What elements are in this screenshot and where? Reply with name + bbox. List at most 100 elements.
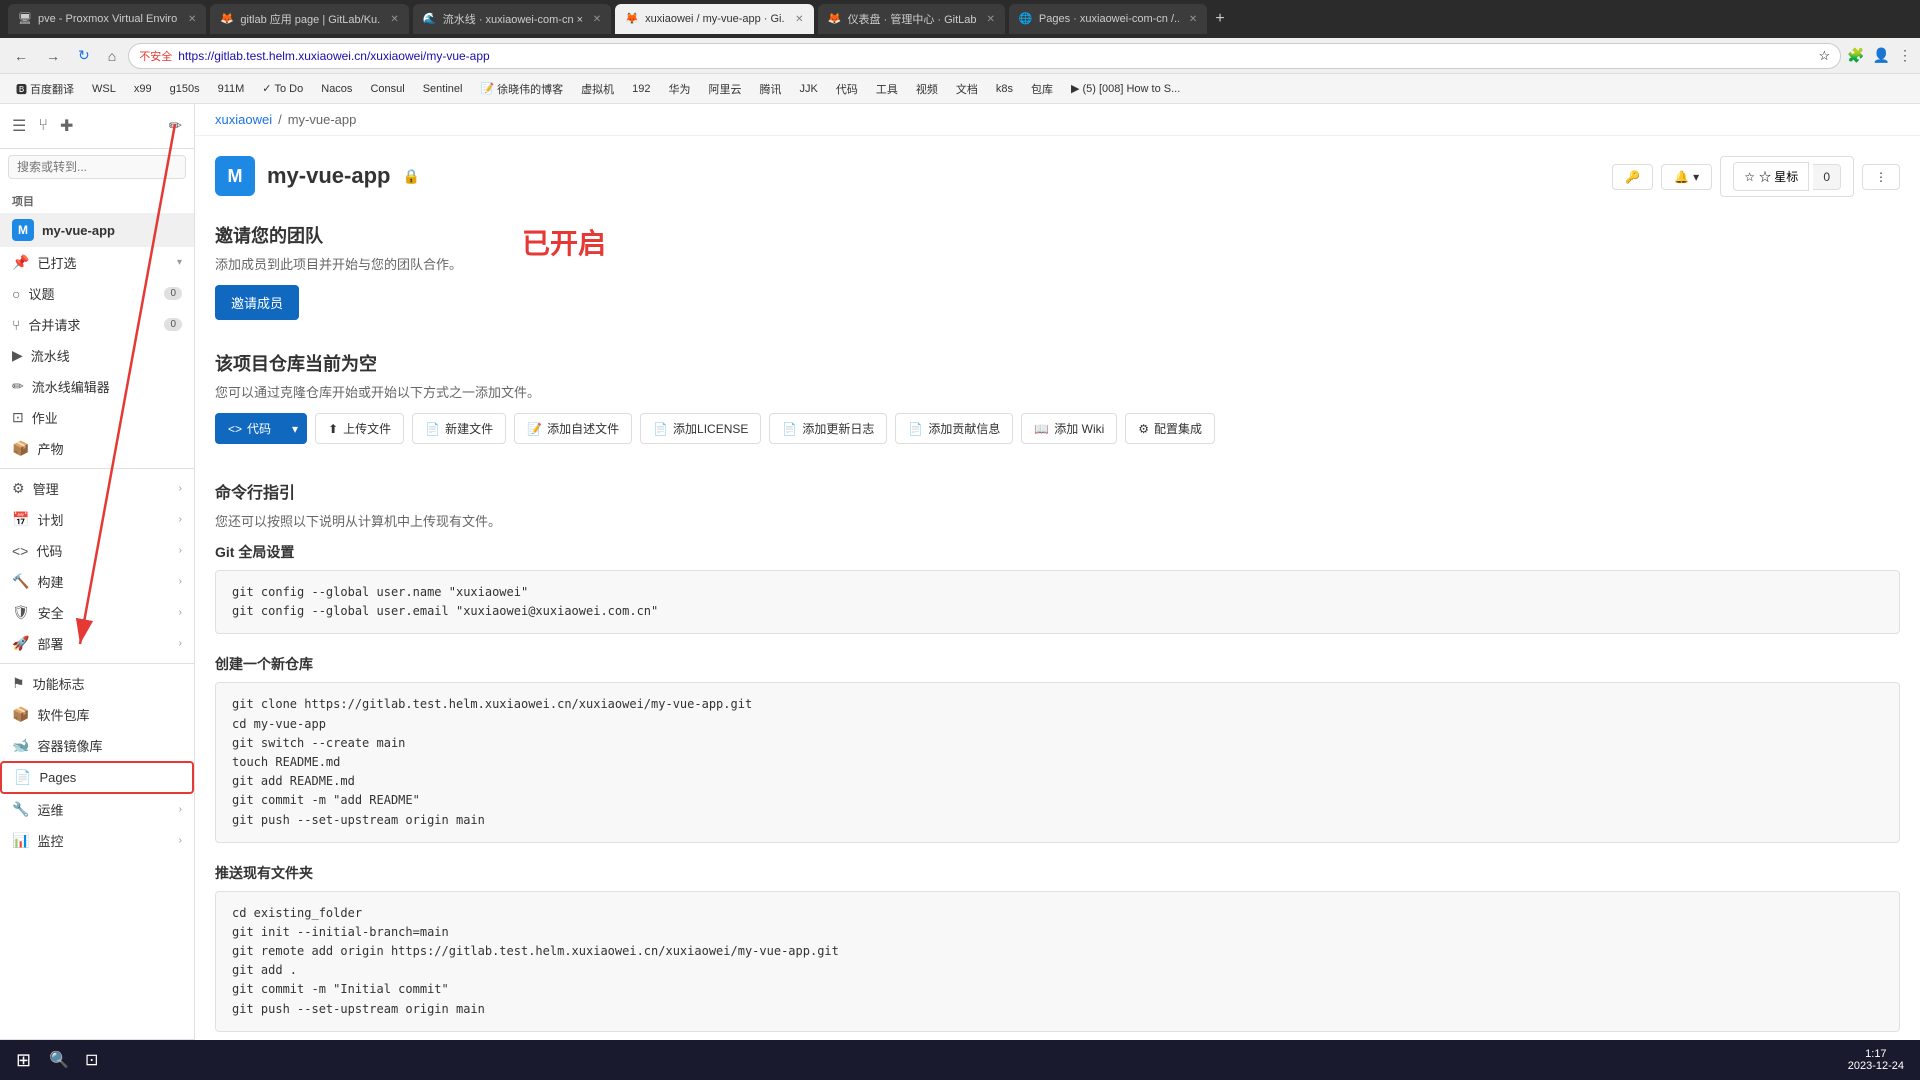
- back-button[interactable]: ←: [8, 46, 34, 66]
- profile-icon[interactable]: 👤: [1873, 47, 1890, 64]
- add-contributing-button[interactable]: 📄 添加贡献信息: [895, 413, 1013, 444]
- bookmark-code[interactable]: 代码: [828, 79, 866, 99]
- add-changelog-button[interactable]: 📄 添加更新日志: [769, 413, 887, 444]
- merge-request-button[interactable]: ⑂: [34, 113, 52, 139]
- tab-close-gitlab-app[interactable]: ✕: [390, 14, 398, 25]
- sidebar-item-plan[interactable]: 📅 计划 ›: [0, 504, 194, 535]
- blog-icon: 📝: [480, 82, 494, 95]
- extensions-icon[interactable]: 🧩: [1847, 47, 1864, 64]
- sidebar-item-container-registry[interactable]: 🐋 容器镜像库: [0, 730, 194, 761]
- bookmark-aliyun[interactable]: 阿里云: [701, 79, 750, 99]
- address-bar[interactable]: 不安全 https://gitlab.test.helm.xuxiaowei.c…: [128, 43, 1841, 69]
- bookmark-vm[interactable]: 虚拟机: [573, 79, 622, 99]
- pinned-arrow-icon: ▾: [177, 257, 182, 268]
- tab-close-pve[interactable]: ✕: [188, 14, 196, 25]
- search-taskbar-button[interactable]: 🔍: [43, 1048, 75, 1072]
- home-button[interactable]: ⌂: [102, 46, 122, 66]
- bookmark-blog[interactable]: 📝 徐晓伟的博客: [472, 79, 571, 99]
- sidebar-item-pipeline[interactable]: ▶ 流水线: [0, 340, 194, 371]
- sidebar-item-feature-flags[interactable]: ⚑ 功能标志: [0, 668, 194, 699]
- upload-file-button[interactable]: ⬆ 上传文件: [315, 413, 404, 444]
- task-view-button[interactable]: ⊡: [79, 1048, 104, 1072]
- bookmark-jjk[interactable]: JJK: [792, 81, 826, 97]
- tab-my-vue-app[interactable]: 🦊 xuxiaowei / my-vue-app · Gi... ✕: [615, 4, 813, 34]
- edit-button[interactable]: ✏: [165, 112, 186, 140]
- sidebar-project-name: my-vue-app: [42, 223, 182, 238]
- sidebar-item-pinned[interactable]: 📌 已打选 ▾: [0, 247, 194, 278]
- add-readme-button[interactable]: 📝 添加自述文件: [514, 413, 632, 444]
- bookmark-wsl[interactable]: WSL: [84, 81, 124, 97]
- sidebar-item-deploy[interactable]: 🚀 部署 ›: [0, 628, 194, 659]
- sidebar-item-manage[interactable]: ⚙ 管理 ›: [0, 473, 194, 504]
- breadcrumb-user-link[interactable]: xuxiaowei: [215, 112, 272, 127]
- configure-integrations-button[interactable]: ⚙ 配置集成: [1125, 413, 1215, 444]
- existing-folder-commands: cd existing_folder git init --initial-br…: [215, 891, 1900, 1032]
- bookmark-911m[interactable]: 911M: [210, 81, 253, 97]
- bookmark-consul[interactable]: Consul: [362, 81, 412, 97]
- sidebar-item-code[interactable]: <> 代码 ›: [0, 535, 194, 566]
- new-file-button[interactable]: 📄 新建文件: [412, 413, 506, 444]
- new-item-button[interactable]: ✚: [56, 112, 77, 140]
- bookmark-huawei[interactable]: 华为: [661, 79, 699, 99]
- tab-dashboard[interactable]: 🦊 仪表盘 · 管理中心 · GitLab ✕: [818, 4, 1005, 34]
- sidebar-item-monitoring[interactable]: 📊 监控 ›: [0, 825, 194, 856]
- invite-members-button[interactable]: 邀请成员: [215, 285, 299, 320]
- bookmark-g150s[interactable]: g150s: [162, 81, 208, 97]
- bookmark-tools[interactable]: 工具: [868, 79, 906, 99]
- menu-icon[interactable]: ⋮: [1898, 47, 1912, 64]
- bookmark-todo[interactable]: ✓ To Do: [254, 80, 311, 97]
- bookmark-youtube[interactable]: ▶ (5) [008] How to S...: [1063, 80, 1188, 97]
- sidebar-item-operations[interactable]: 🔧 运维 ›: [0, 794, 194, 825]
- tab-pve[interactable]: 🖥 pve - Proxmox Virtual Enviro... ✕: [8, 4, 206, 34]
- tab-close-pages[interactable]: ✕: [1189, 14, 1197, 25]
- jobs-label: 作业: [32, 408, 182, 427]
- sidebar-item-pipeline-editor[interactable]: ✏ 流水线编辑器: [0, 371, 194, 402]
- bookmark-nacos[interactable]: Nacos: [313, 81, 360, 97]
- breadcrumb-separator: /: [278, 112, 282, 127]
- bookmark-192[interactable]: 192: [624, 81, 658, 97]
- new-tab-button[interactable]: +: [1215, 10, 1224, 28]
- security-label: 安全: [38, 603, 171, 622]
- reload-button[interactable]: ↻: [72, 45, 96, 66]
- packages-label: 软件包库: [37, 705, 182, 724]
- container-registry-icon: 🐋: [12, 737, 29, 754]
- bookmark-tencent[interactable]: 腾讯: [752, 79, 790, 99]
- bookmark-sentinel[interactable]: Sentinel: [415, 81, 471, 97]
- sidebar-item-merge-requests[interactable]: ⑂ 合并请求 0: [0, 309, 194, 340]
- sidebar-item-build[interactable]: 🔨 构建 ›: [0, 566, 194, 597]
- sidebar-item-issues[interactable]: ○ 议题 0: [0, 278, 194, 309]
- start-button[interactable]: ⊞: [8, 1048, 39, 1073]
- bookmark-x99[interactable]: x99: [126, 81, 160, 97]
- toggle-sidebar-button[interactable]: ☰: [8, 112, 30, 140]
- notifications-button[interactable]: 🔔 ▾: [1661, 164, 1712, 190]
- sidebar-item-artifacts[interactable]: 📦 产物: [0, 433, 194, 464]
- tab-pages[interactable]: 🌐 Pages · xuxiaowei-com-cn /... ✕: [1009, 4, 1207, 34]
- forward-button[interactable]: →: [40, 46, 66, 66]
- star-button[interactable]: ☆ ☆ 星标: [1733, 162, 1809, 191]
- tab-close-dashboard[interactable]: ✕: [987, 14, 995, 25]
- tab-close-my-vue-app[interactable]: ✕: [795, 14, 803, 25]
- sidebar-item-project[interactable]: M my-vue-app: [0, 213, 194, 247]
- sidebar-search-container: [0, 149, 194, 185]
- code-button[interactable]: <> 代码: [215, 413, 283, 444]
- bookmark-packages[interactable]: 包库: [1023, 79, 1061, 99]
- bookmark-docs[interactable]: 文档: [948, 79, 986, 99]
- add-license-button[interactable]: 📄 添加LICENSE: [640, 413, 761, 444]
- sidebar-item-jobs[interactable]: ⊡ 作业: [0, 402, 194, 433]
- sidebar-item-packages[interactable]: 📦 软件包库: [0, 699, 194, 730]
- code-dropdown-button[interactable]: ▾: [283, 413, 307, 444]
- more-actions-button[interactable]: ⋮: [1862, 164, 1900, 190]
- bookmark-video[interactable]: 视频: [908, 79, 946, 99]
- tab-gitlab-app[interactable]: 🦊 gitlab 应用 page | GitLab/Ku... ✕: [210, 4, 408, 34]
- bookmark-star-icon[interactable]: ☆: [1818, 48, 1830, 64]
- sidebar-search-input[interactable]: [8, 155, 186, 179]
- add-wiki-button[interactable]: 📖 添加 Wiki: [1021, 413, 1117, 444]
- sidebar-item-pages[interactable]: 📄 Pages: [0, 761, 194, 794]
- key-action-button[interactable]: 🔑: [1612, 164, 1653, 190]
- sidebar-item-security[interactable]: 🛡 安全 ›: [0, 597, 194, 628]
- tab-pipeline[interactable]: 🌊 流水线 · xuxiaowei-com-cn × ✕: [413, 4, 611, 34]
- tab-close-pipeline[interactable]: ✕: [593, 14, 601, 25]
- bookmark-k8s[interactable]: k8s: [988, 81, 1021, 97]
- bookmark-baidu[interactable]: 🅱 百度翻译: [8, 79, 82, 99]
- deploy-arrow-icon: ›: [179, 638, 182, 649]
